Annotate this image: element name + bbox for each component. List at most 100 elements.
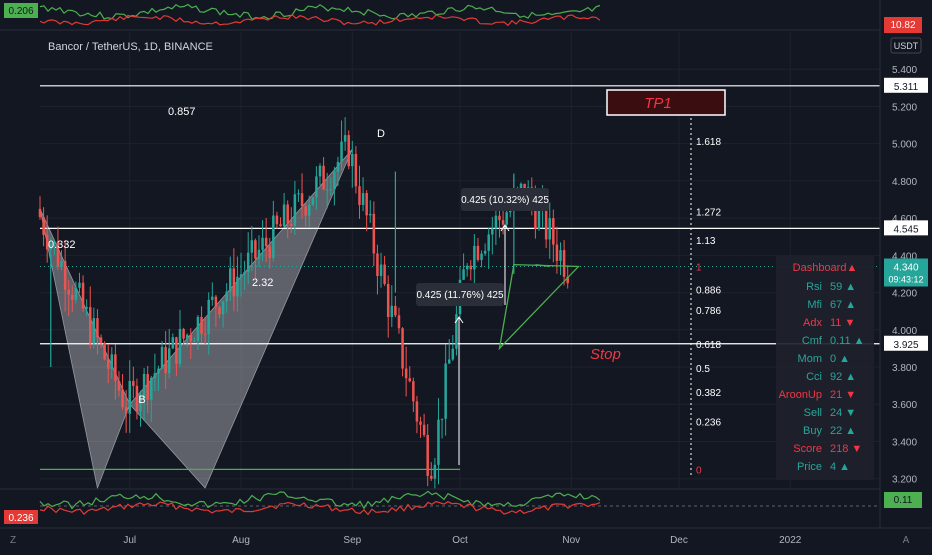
candle-body bbox=[189, 334, 193, 342]
candle-body bbox=[347, 135, 350, 167]
time-tick-label: Oct bbox=[452, 535, 468, 546]
candle-body bbox=[92, 318, 96, 344]
fib-level-label: 0.382 bbox=[696, 388, 721, 399]
candle-body bbox=[211, 296, 214, 300]
candle-body bbox=[85, 307, 88, 309]
candle-body bbox=[369, 213, 372, 216]
dashboard-title: Dashboard▲ bbox=[793, 262, 858, 274]
stop-label[interactable]: Stop bbox=[590, 346, 621, 363]
dashboard-row-value: 92 ▲ bbox=[830, 371, 856, 383]
candle-body bbox=[480, 253, 483, 260]
chart-svg[interactable]: 0.206 Bancor / TetherUS, 1D, BINANCE B D… bbox=[0, 0, 932, 550]
price-tag-value: 5.311 bbox=[894, 82, 919, 93]
symbol-title[interactable]: Bancor / TetherUS, 1D, BINANCE bbox=[48, 41, 213, 53]
candle-body bbox=[178, 329, 182, 364]
price-tick-label: 4.000 bbox=[892, 326, 917, 337]
dashboard-row-label: Mom bbox=[798, 353, 822, 365]
candle-body bbox=[239, 274, 243, 277]
pattern-ratio-xd: 0.857 bbox=[168, 106, 196, 118]
measure-box-1-text: 0.425 (11.76%) 425 bbox=[416, 290, 504, 301]
candle-body bbox=[117, 380, 121, 391]
candle-body bbox=[501, 220, 505, 225]
price-tag-value: 4.340 bbox=[893, 263, 918, 274]
chart-stage[interactable]: 0.206 Bancor / TetherUS, 1D, BINANCE B D… bbox=[0, 0, 932, 550]
time-tick-label: Sep bbox=[343, 535, 361, 546]
candle-body bbox=[365, 193, 368, 216]
candle-body bbox=[559, 250, 562, 261]
pattern-ratio-xab: 0.332 bbox=[48, 239, 76, 251]
fib-level-label: 0 bbox=[696, 465, 702, 476]
candle-body bbox=[494, 215, 498, 229]
price-tag-value: 3.925 bbox=[893, 340, 918, 351]
candle-body bbox=[286, 204, 289, 224]
price-tick-label: 3.600 bbox=[892, 400, 917, 411]
dashboard-row-value: 4 ▲ bbox=[830, 461, 850, 473]
candle-body bbox=[218, 307, 221, 315]
candle-body bbox=[225, 291, 228, 302]
timezone-button[interactable]: Z bbox=[10, 535, 16, 546]
candle-body bbox=[361, 193, 365, 205]
price-tick-label: 3.200 bbox=[892, 475, 917, 486]
price-tick-label: 4.800 bbox=[892, 177, 917, 188]
pattern-point-b: B bbox=[138, 394, 145, 406]
candle-body bbox=[264, 237, 268, 247]
candle-body bbox=[99, 337, 103, 344]
dashboard-row-label: Sell bbox=[804, 407, 822, 419]
candle-body bbox=[469, 265, 473, 270]
time-axis[interactable]: Jul Aug Sep Oct Nov Dec 2022 bbox=[0, 527, 932, 550]
candle-body bbox=[307, 204, 311, 216]
candle-body bbox=[160, 346, 164, 369]
fib-level-label: 1.618 bbox=[696, 137, 721, 148]
price-tag: 3.925 bbox=[884, 335, 928, 351]
dashboard-row-label: Price bbox=[797, 461, 822, 473]
candle-body bbox=[293, 194, 297, 227]
candle-body bbox=[397, 315, 401, 329]
candle-body bbox=[272, 215, 275, 259]
candle-body bbox=[447, 359, 451, 364]
candle-body bbox=[383, 264, 386, 284]
time-tick-label: Aug bbox=[232, 535, 250, 546]
candle-body bbox=[462, 269, 465, 280]
candle-body bbox=[376, 253, 379, 277]
candle-body bbox=[465, 265, 469, 270]
candle-body bbox=[322, 165, 325, 190]
candle-body bbox=[146, 373, 149, 400]
candle-body bbox=[221, 301, 225, 315]
candle-body bbox=[548, 218, 551, 240]
candle-body bbox=[336, 161, 340, 173]
candle-body bbox=[250, 240, 254, 253]
fib-level-label: 0.236 bbox=[696, 418, 721, 429]
candle-body bbox=[279, 224, 282, 227]
fib-level-label: 0.886 bbox=[696, 286, 721, 297]
price-axis[interactable]: 5.4005.2005.0004.8004.6004.4004.2004.000… bbox=[879, 0, 932, 528]
dashboard-panel: Dashboard▲ Rsi 59 ▲ Mfi 67 ▲ Adx 11 ▼ Cmf 0.11 … bbox=[776, 256, 874, 480]
auto-scale-button[interactable]: A bbox=[903, 535, 910, 546]
tp1-text: TP1 bbox=[644, 95, 672, 112]
candle-body bbox=[343, 135, 347, 142]
price-tick-label: 5.200 bbox=[892, 102, 917, 113]
candle-body bbox=[311, 197, 315, 205]
measure-box-1[interactable]: 0.425 (11.76%) 425 bbox=[416, 283, 504, 306]
dashboard-row-label: Cci bbox=[806, 371, 822, 383]
candle-body bbox=[60, 261, 63, 267]
candle-body bbox=[282, 204, 286, 227]
candle-body bbox=[150, 377, 153, 400]
dashboard-row-label: Adx bbox=[803, 317, 822, 329]
tp1-label[interactable]: TP1 bbox=[606, 89, 726, 116]
candle-body bbox=[185, 334, 189, 339]
candle-body bbox=[491, 228, 494, 235]
candle-body bbox=[304, 206, 307, 216]
candle-body bbox=[196, 316, 200, 341]
top-indicator-pane: 0.206 bbox=[0, 0, 880, 30]
candle-body bbox=[124, 407, 128, 414]
fib-level-label: 0.786 bbox=[696, 306, 721, 317]
candle-body bbox=[81, 282, 85, 309]
candle-body bbox=[103, 343, 106, 360]
candle-body bbox=[74, 287, 78, 300]
price-tick-label: 5.400 bbox=[892, 65, 917, 76]
candle-body bbox=[498, 215, 501, 221]
measure-box-2[interactable]: 0.425 (10.32%) 425 bbox=[461, 188, 549, 211]
dashboard-row-label: Score bbox=[793, 443, 822, 455]
candle-body bbox=[408, 378, 411, 382]
candle-body bbox=[110, 354, 114, 369]
